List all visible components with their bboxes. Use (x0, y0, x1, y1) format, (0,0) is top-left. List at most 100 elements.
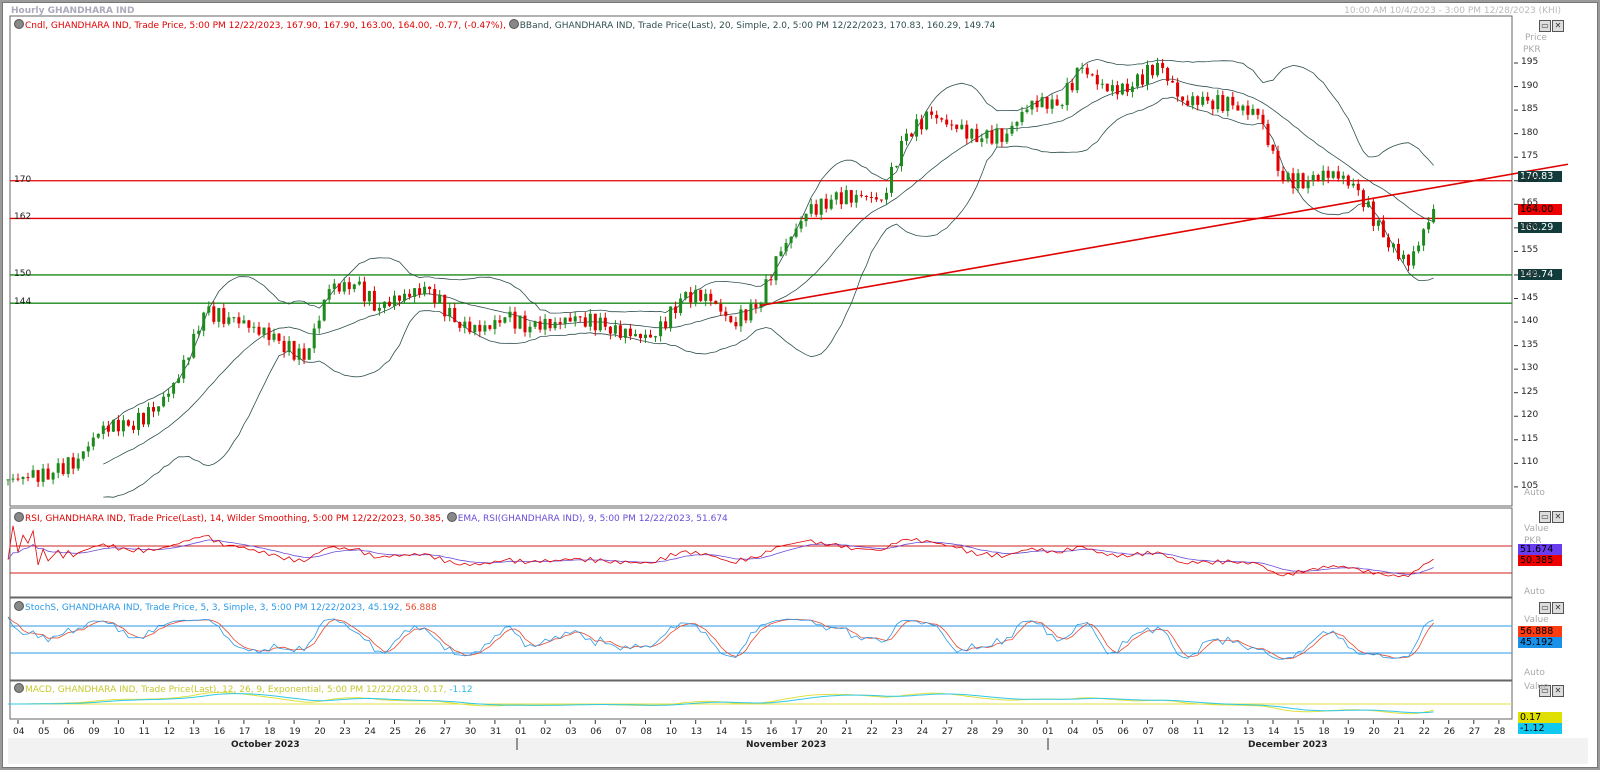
candle-body (659, 321, 663, 337)
candle-body (1296, 173, 1300, 189)
candle-body (1432, 209, 1436, 223)
macd-signal-value-label: -1.12 (1518, 723, 1562, 734)
candle-body (789, 236, 793, 244)
candle-body (403, 293, 406, 301)
candle-body (1050, 99, 1054, 109)
x-tick-label: 04 (13, 727, 25, 737)
candle-body (137, 412, 140, 430)
candle-body (613, 325, 617, 334)
candle-body (1306, 180, 1310, 189)
level-label-162: 162 (14, 212, 32, 223)
candle-body (920, 119, 924, 130)
clock-icon[interactable] (14, 683, 24, 693)
candle-body (970, 128, 974, 139)
x-tick-label: 16 (213, 727, 226, 737)
candle-body (593, 313, 597, 331)
maximize-panel-icon[interactable]: ▭ (1539, 511, 1551, 523)
y-tick-label: 195 (1521, 57, 1539, 67)
candle-body (1136, 74, 1139, 87)
candle-body (874, 197, 878, 200)
auto-scale-button[interactable]: Auto (1524, 668, 1545, 678)
candle-body (1412, 251, 1416, 266)
candle-body (965, 124, 969, 139)
clock-icon[interactable] (14, 512, 24, 522)
candle-body (608, 326, 612, 334)
chart-canvas[interactable] (0, 0, 1600, 770)
candle-body (453, 307, 457, 323)
candle-body (1381, 220, 1385, 238)
rsi-ema-legend-text: EMA, RSI(GHANDHARA IND), 9, 5:00 PM 12/2… (457, 514, 728, 524)
candle-body (398, 295, 401, 301)
candle-body (779, 251, 783, 257)
candle-body (463, 321, 467, 328)
x-tick-label: 07 (1142, 727, 1154, 737)
candle-body (1211, 100, 1215, 110)
candle-body (1201, 96, 1205, 105)
maximize-panel-icon[interactable]: ▭ (1539, 20, 1551, 32)
rsi-legend: RSI, GHANDHARA IND, Trade Price(Last), 1… (14, 512, 728, 524)
close-panel-icon[interactable]: ✕ (1552, 602, 1564, 614)
close-panel-icon[interactable]: ✕ (1552, 511, 1564, 523)
x-tick-label: 10 (665, 727, 678, 737)
candle-body (1392, 243, 1395, 248)
candle-body (1186, 100, 1190, 106)
candle-body (1115, 85, 1119, 95)
x-tick-label: 25 (389, 727, 401, 737)
candle-body (202, 312, 206, 331)
y-tick-label: 140 (1521, 316, 1539, 327)
clock-icon[interactable] (446, 512, 457, 522)
candle-body (292, 340, 296, 360)
candle-body (1422, 229, 1426, 246)
candle-body (558, 322, 562, 324)
clock-icon[interactable] (508, 19, 519, 29)
clock-icon[interactable] (14, 19, 24, 29)
candle-body (413, 288, 417, 297)
x-tick-label: 18 (1318, 727, 1330, 737)
candle-body (418, 288, 422, 295)
candle-body (1427, 222, 1431, 230)
x-tick-label: 01 (515, 727, 527, 737)
candle-body (644, 334, 647, 339)
candle-body (704, 293, 708, 301)
candle-body (764, 279, 768, 303)
candle-body (1161, 63, 1165, 68)
price-axis-unit: PKR (1523, 45, 1541, 55)
candle-body (302, 348, 306, 360)
candle-body (86, 446, 90, 452)
auto-scale-button[interactable]: Auto (1524, 587, 1545, 597)
candle-body (1221, 95, 1225, 112)
candle-body (31, 470, 35, 478)
candle-body (588, 313, 592, 327)
candle-body (493, 320, 497, 329)
rsi-axis-title: Value (1524, 524, 1549, 534)
candle-body (844, 190, 848, 205)
candle-body (910, 133, 914, 137)
candle-body (317, 320, 321, 329)
candle-body (824, 198, 828, 209)
maximize-panel-icon[interactable]: ▭ (1539, 602, 1551, 614)
candle-body (900, 140, 903, 167)
candle-body (774, 256, 778, 281)
candle-body (664, 321, 668, 329)
candle-body (814, 204, 818, 215)
month-label: October 2023 (231, 740, 300, 750)
close-panel-icon[interactable]: ✕ (1552, 685, 1564, 697)
x-tick-label: 15 (1293, 727, 1305, 737)
candle-body (523, 315, 527, 333)
y-tick-label: 130 (1521, 363, 1539, 374)
candle-body (1376, 220, 1380, 226)
candle-body (1336, 171, 1340, 179)
candle-body (980, 138, 984, 142)
candle-body (187, 357, 191, 360)
candle-body (106, 425, 110, 432)
close-panel-icon[interactable]: ✕ (1552, 20, 1564, 32)
candle-body (1005, 133, 1009, 142)
candle-body (1407, 254, 1410, 266)
candle-body (483, 325, 487, 332)
candle-body (142, 412, 145, 425)
candle-body (1040, 97, 1044, 108)
candle-body (357, 281, 361, 285)
candle-body (573, 316, 577, 322)
x-tick-label: 21 (1393, 727, 1405, 737)
clock-icon[interactable] (14, 601, 24, 611)
